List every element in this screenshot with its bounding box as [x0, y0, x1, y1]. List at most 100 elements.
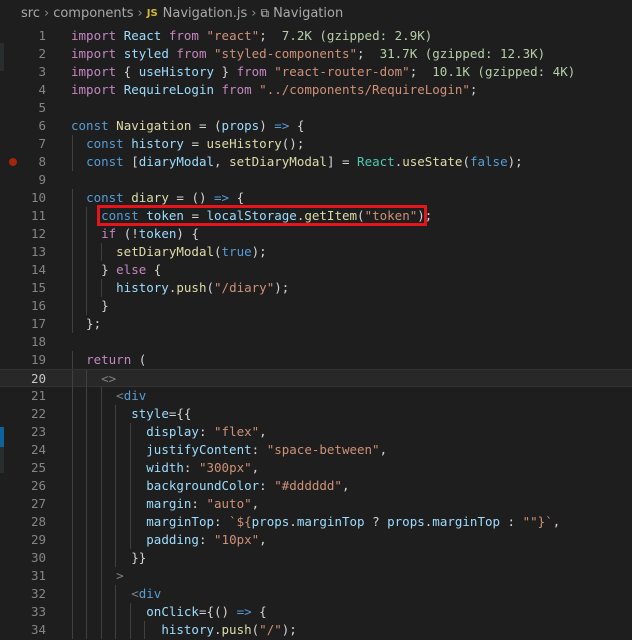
chevron-right-icon: ›: [43, 6, 50, 21]
code-line[interactable]: 33 onClick={() => {: [0, 603, 632, 621]
line-number[interactable]: 23: [0, 423, 46, 441]
code-line[interactable]: 2 import styled from "styled-components";…: [0, 45, 632, 63]
code-line[interactable]: 16 }: [0, 297, 632, 315]
code-line[interactable]: 4 import RequireLogin from "../components…: [0, 81, 632, 99]
code-line[interactable]: 23 display: "flex",: [0, 423, 632, 441]
code-line[interactable]: 7 const history = useHistory();: [0, 135, 632, 153]
indent-guide: [72, 189, 73, 207]
indent-guide: [129, 495, 131, 513]
code-line[interactable]: 25 width: "300px",: [0, 459, 632, 477]
code-line[interactable]: 34 history.push("/");: [0, 621, 632, 639]
line-number[interactable]: 29: [0, 531, 46, 549]
indent-guide: [100, 531, 102, 549]
breadcrumb-item-file[interactable]: Navigation.js: [163, 6, 248, 21]
indent-guide: [72, 621, 73, 639]
line-number[interactable]: 14: [0, 261, 46, 279]
line-number[interactable]: 5: [0, 99, 46, 117]
indent-guide: [100, 441, 102, 459]
indent-guide: [86, 225, 88, 243]
indent-guide: [86, 585, 88, 603]
indent-guide: [86, 567, 88, 585]
indent-guide: [72, 549, 73, 567]
breadcrumb-item-symbol[interactable]: Navigation: [273, 6, 343, 21]
code-line[interactable]: 19 return (: [0, 351, 632, 369]
line-number[interactable]: 26: [0, 477, 46, 495]
code-line[interactable]: 21 <div: [0, 387, 632, 405]
code-line[interactable]: 24 justifyContent: "space-between",: [0, 441, 632, 459]
code-line[interactable]: 26 backgroundColor: "#dddddd",: [0, 477, 632, 495]
line-number[interactable]: 19: [0, 351, 46, 369]
code-line[interactable]: 5: [0, 99, 632, 117]
indent-guide: [100, 513, 102, 531]
line-number[interactable]: 16: [0, 297, 46, 315]
line-number[interactable]: 1: [0, 27, 46, 45]
line-number[interactable]: 25: [0, 459, 46, 477]
code-line[interactable]: 1 import React from "react"; 7.2K (gzippe…: [0, 27, 632, 45]
code-line[interactable]: 15 history.push("/diary");: [0, 279, 632, 297]
line-number[interactable]: 17: [0, 315, 46, 333]
line-number[interactable]: 9: [0, 171, 46, 189]
line-number[interactable]: 27: [0, 495, 46, 513]
code-text: import RequireLogin from "../components/…: [71, 82, 478, 97]
code-line[interactable]: 32 <div: [0, 585, 632, 603]
line-number[interactable]: 33: [0, 603, 46, 621]
indent-guide: [86, 405, 88, 423]
line-number[interactable]: 13: [0, 243, 46, 261]
line-number[interactable]: 20: [0, 370, 46, 388]
line-number[interactable]: 11: [0, 207, 46, 225]
line-number[interactable]: 31: [0, 567, 46, 585]
code-line[interactable]: 30 }}: [0, 549, 632, 567]
indent-guide: [100, 621, 102, 639]
indent-guide: [100, 459, 102, 477]
code-line[interactable]: 28 marginTop: `${props.marginTop ? props…: [0, 513, 632, 531]
breadcrumb-item-src[interactable]: src: [21, 6, 40, 21]
indent-guide: [72, 243, 73, 261]
indent-guide: [86, 549, 88, 567]
line-number[interactable]: 18: [0, 333, 46, 351]
line-number[interactable]: 30: [0, 549, 46, 567]
line-number[interactable]: 7: [0, 135, 46, 153]
line-number[interactable]: 24: [0, 441, 46, 459]
code-line[interactable]: 12 if (!token) {: [0, 225, 632, 243]
line-number[interactable]: 12: [0, 225, 46, 243]
indent-guide: [129, 423, 131, 441]
code-line[interactable]: 13 setDiaryModal(true);: [0, 243, 632, 261]
code-line[interactable]: 17 };: [0, 315, 632, 333]
code-line[interactable]: 27 margin: "auto",: [0, 495, 632, 513]
code-line[interactable]: 6 const Navigation = (props) => {: [0, 117, 632, 135]
indent-guide: [72, 423, 73, 441]
code-line[interactable]: 3 import { useHistory } from "react-route…: [0, 63, 632, 81]
line-number[interactable]: 8: [0, 153, 46, 171]
line-number[interactable]: 34: [0, 621, 46, 639]
line-number[interactable]: 3: [0, 63, 46, 81]
line-number[interactable]: 15: [0, 279, 46, 297]
line-number[interactable]: 4: [0, 81, 46, 99]
indent-guide: [72, 531, 73, 549]
breakpoint-icon[interactable]: [9, 158, 17, 166]
javascript-file-icon: JS: [146, 8, 158, 19]
line-number[interactable]: 6: [0, 117, 46, 135]
code-line[interactable]: 9: [0, 171, 632, 189]
indent-guide: [72, 225, 73, 243]
indent-guide: [86, 387, 88, 405]
indent-guide: [100, 549, 102, 567]
indent-guide: [72, 261, 73, 279]
code-line[interactable]: 8 const [diaryModal, setDiaryModal] = Re…: [0, 153, 632, 171]
line-number[interactable]: 28: [0, 513, 46, 531]
breadcrumb-item-components[interactable]: components: [53, 6, 133, 21]
code-line[interactable]: 18: [0, 333, 632, 351]
line-number[interactable]: 32: [0, 585, 46, 603]
line-number[interactable]: 2: [0, 45, 46, 63]
indent-guide: [129, 441, 131, 459]
line-number[interactable]: 10: [0, 189, 46, 207]
indent-guide: [100, 405, 102, 423]
code-line[interactable]: 14 } else {: [0, 261, 632, 279]
code-editor[interactable]: 1 import React from "react"; 7.2K (gzippe…: [0, 27, 632, 640]
line-number[interactable]: 22: [0, 405, 46, 423]
code-line[interactable]: 20 <>: [0, 369, 632, 388]
line-number[interactable]: 21: [0, 387, 46, 405]
code-line[interactable]: 22 style={{: [0, 405, 632, 423]
code-line[interactable]: 31 >: [0, 567, 632, 585]
indent-guide: [72, 567, 73, 585]
code-line[interactable]: 29 padding: "10px",: [0, 531, 632, 549]
